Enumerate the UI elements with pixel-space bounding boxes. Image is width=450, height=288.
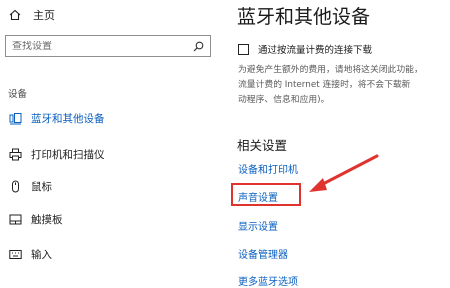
- printer-icon: [9, 148, 22, 160]
- description-line: 动程序、信息和应用)。: [238, 95, 330, 105]
- home-label: 主页: [33, 9, 55, 22]
- sidebar: 主页 设备 蓝牙和其他设备 打印机和扫描仪 鼠标: [0, 0, 225, 285]
- search-icon[interactable]: [193, 41, 204, 52]
- home-icon: [9, 9, 21, 21]
- sidebar-item-label: 触摸板: [31, 213, 63, 226]
- related-settings-heading: 相关设置: [237, 138, 288, 153]
- sidebar-item-bluetooth[interactable]: 蓝牙和其他设备: [0, 108, 225, 128]
- link-more-bluetooth-options[interactable]: 更多蓝牙选项: [238, 273, 298, 288]
- sidebar-item-label: 蓝牙和其他设备: [31, 112, 105, 125]
- link-device-manager[interactable]: 设备管理器: [238, 246, 288, 261]
- main-content: 蓝牙和其他设备 通过按流量计费的连接下载 为避免产生额外的费用，请地将这关闭此功…: [225, 0, 450, 288]
- sidebar-item-touchpad[interactable]: 触摸板: [0, 209, 225, 229]
- annotation-highlight-box: [231, 183, 301, 206]
- search-input[interactable]: [12, 40, 193, 52]
- sidebar-item-typing[interactable]: 输入: [0, 244, 225, 264]
- description-line: 为避免产生额外的费用，请地将这关闭此功能，: [238, 65, 423, 75]
- mouse-icon: [12, 180, 19, 192]
- sidebar-item-mouse[interactable]: 鼠标: [0, 176, 225, 196]
- page-title: 蓝牙和其他设备: [237, 6, 371, 28]
- metered-download-option[interactable]: 通过按流量计费的连接下载: [238, 42, 372, 56]
- sidebar-item-printers[interactable]: 打印机和扫描仪: [0, 144, 225, 164]
- section-label-devices: 设备: [8, 89, 28, 100]
- touchpad-icon: [9, 214, 22, 224]
- metered-download-checkbox[interactable]: [238, 43, 249, 55]
- metered-download-label: 通过按流量计费的连接下载: [258, 45, 373, 56]
- description-line: 流量计费的 Internet 连接时，将不会下载新: [238, 80, 411, 90]
- sidebar-item-label: 打印机和扫描仪: [31, 148, 105, 161]
- sidebar-item-label: 鼠标: [31, 180, 52, 193]
- sidebar-item-label: 输入: [31, 248, 52, 261]
- metered-description: 为避免产生额外的费用，请地将这关闭此功能， 流量计费的 Internet 连接时…: [238, 63, 448, 108]
- link-display-settings[interactable]: 显示设置: [238, 218, 278, 233]
- annotation-arrow-icon: [309, 154, 379, 192]
- search-box[interactable]: [5, 35, 211, 57]
- home-nav-item[interactable]: 主页: [9, 7, 55, 23]
- link-devices-and-printers[interactable]: 设备和打印机: [238, 161, 298, 176]
- bluetooth-devices-icon: [9, 112, 22, 124]
- keyboard-icon: [9, 249, 22, 259]
